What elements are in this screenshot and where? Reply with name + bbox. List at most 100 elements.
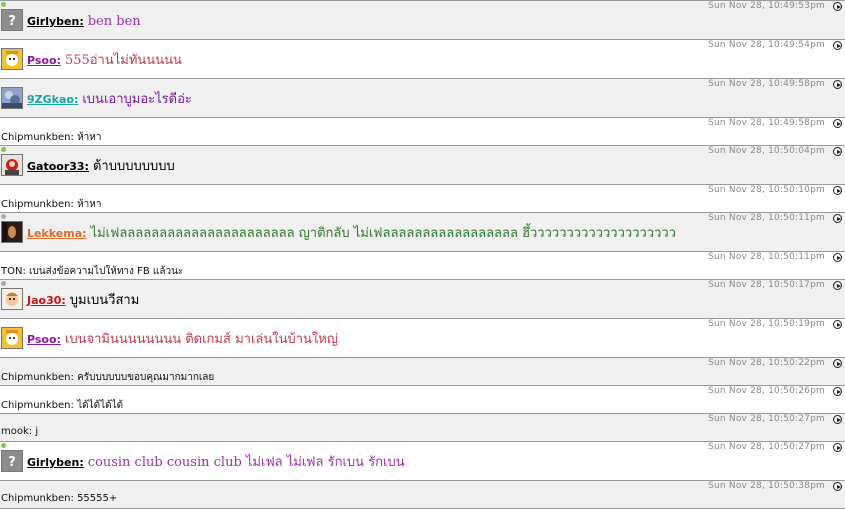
- chat-message: Sun Nov 28, 10:50:19pm Psoo: เบนจามินนนนนน…: [0, 319, 845, 358]
- play-icon[interactable]: [833, 214, 842, 223]
- message-line: Girlyben: cousin club cousin club ไม่เฟล …: [27, 451, 405, 472]
- message-line: Chipmunkben: ห้าหา: [1, 130, 101, 145]
- username-link[interactable]: Psoo:: [27, 333, 61, 346]
- dark-photo-avatar-icon[interactable]: [1, 221, 23, 243]
- offline-status-icon: [1, 214, 6, 219]
- message-timestamp: Sun Nov 28, 10:50:38pm: [708, 481, 825, 491]
- message-text: ครับบบบบบขอบคุณมากมากเลย: [77, 372, 215, 383]
- play-icon[interactable]: [833, 147, 842, 156]
- play-icon[interactable]: [833, 186, 842, 195]
- message-text: ได้ได้ได้ได้: [77, 400, 124, 411]
- message-line: TON: เบนส่งข้อความไปให้ทาง FB แล้วนะ: [1, 264, 183, 279]
- message-line: mook: j: [1, 426, 38, 437]
- message-text: ต้าบบบบบบบบ: [92, 159, 175, 174]
- message-timestamp: Sun Nov 28, 10:50:10pm: [708, 185, 825, 195]
- svg-text:?: ?: [8, 14, 16, 29]
- yellow-cartoon-avatar-icon[interactable]: [1, 327, 23, 349]
- play-icon[interactable]: [833, 359, 842, 368]
- play-icon[interactable]: [833, 119, 842, 128]
- username-link[interactable]: Psoo:: [27, 54, 61, 67]
- message-text: ห้าหา: [77, 132, 102, 143]
- message-text: ไม่เฟลลลลลลลลลลลลลลลลลลลลลล ญาติกลับ ไม่…: [90, 226, 676, 241]
- chat-message: Sun Nov 28, 10:50:27pm? Girlyben: cousin c…: [0, 442, 845, 481]
- message-timestamp: Sun Nov 28, 10:50:19pm: [708, 319, 825, 329]
- message-timestamp: Sun Nov 28, 10:50:27pm: [708, 442, 825, 452]
- message-text: 55555+: [77, 493, 118, 504]
- message-timestamp: Sun Nov 28, 10:50:26pm: [708, 386, 825, 396]
- chat-message: Sun Nov 28, 10:50:27pm mook: j: [0, 414, 845, 442]
- username-label: Chipmunkben:: [1, 400, 74, 411]
- message-timestamp: Sun Nov 28, 10:49:58pm: [708, 118, 825, 128]
- message-line: 9ZGkao: เบนเอาบูมอะไรดีอ่ะ: [27, 88, 192, 109]
- chat-message: Sun Nov 28, 10:50:17pm Jao30: บูมเบนวีสาม: [0, 280, 845, 319]
- message-line: Psoo: เบนจามินนนนนนนน ติดเกมส์ มาเล่นในบ้…: [27, 328, 338, 349]
- message-line: Lekkema: ไม่เฟลลลลลลลลลลลลลลลลลลลลลล ญาติ…: [27, 222, 676, 243]
- message-timestamp: Sun Nov 28, 10:49:53pm: [708, 1, 825, 11]
- play-icon[interactable]: [833, 253, 842, 262]
- chat-message: Sun Nov 28, 10:50:22pm Chipmunkben: ครับบ…: [0, 358, 845, 386]
- chat-message: Sun Nov 28, 10:50:10pm Chipmunkben: ห้าหา: [0, 185, 845, 213]
- question-mark-avatar-icon[interactable]: ?: [1, 9, 23, 31]
- username-label: Chipmunkben:: [1, 199, 74, 210]
- message-text: เบนเอาบูมอะไรดีอ่ะ: [82, 92, 192, 107]
- message-timestamp: Sun Nov 28, 10:50:11pm: [708, 213, 825, 223]
- chat-message: Sun Nov 28, 10:50:11pm TON: เบนส่งข้อความ…: [0, 252, 845, 280]
- chat-message: Sun Nov 28, 10:50:04pm Gatoor33: ต้าบบบบบบ…: [0, 146, 845, 185]
- message-timestamp: Sun Nov 28, 10:50:04pm: [708, 146, 825, 156]
- message-text: cousin club cousin club ไม่เฟล ไม่เฟล รั…: [87, 455, 405, 470]
- play-icon[interactable]: [833, 80, 842, 89]
- question-mark-avatar-icon[interactable]: ?: [1, 450, 23, 472]
- message-timestamp: Sun Nov 28, 10:50:27pm: [708, 414, 825, 424]
- message-line: Girlyben: ben ben: [27, 10, 141, 29]
- message-line: Chipmunkben: ครับบบบบบขอบคุณมากมากเลย: [1, 370, 214, 385]
- play-icon[interactable]: [833, 281, 842, 290]
- play-icon[interactable]: [833, 320, 842, 329]
- play-icon[interactable]: [833, 415, 842, 424]
- message-line: Chipmunkben: ห้าหา: [1, 197, 101, 212]
- message-text: เบนส่งข้อความไปให้ทาง FB แล้วนะ: [29, 266, 184, 277]
- yellow-cartoon-avatar-icon[interactable]: [1, 48, 23, 70]
- online-status-icon: [1, 2, 6, 7]
- chat-message: Sun Nov 28, 10:50:38pm Chipmunkben: 55555…: [0, 481, 845, 509]
- message-text: ห้าหา: [77, 199, 102, 210]
- message-timestamp: Sun Nov 28, 10:50:22pm: [708, 358, 825, 368]
- svg-text:?: ?: [8, 455, 16, 470]
- cartoon-face-avatar-icon[interactable]: [1, 288, 23, 310]
- message-line: Gatoor33: ต้าบบบบบบบบ: [27, 155, 175, 176]
- message-line: Jao30: บูมเบนวีสาม: [27, 289, 139, 310]
- username-link[interactable]: 9ZGkao:: [27, 93, 78, 106]
- username-label: Chipmunkben:: [1, 493, 74, 504]
- username-link[interactable]: Girlyben:: [27, 15, 84, 28]
- chat-message: Sun Nov 28, 10:50:11pm Lekkema: ไม่เฟลลลลล…: [0, 213, 845, 252]
- message-line: Psoo: 555อ่านไม่ทันนนนน: [27, 49, 182, 70]
- online-status-icon: [1, 147, 6, 152]
- username-link[interactable]: Lekkema:: [27, 227, 87, 240]
- blue-photo-avatar-icon[interactable]: [1, 87, 23, 109]
- message-text: 555อ่านไม่ทันนนนน: [64, 53, 182, 68]
- chat-message: Sun Nov 28, 10:49:54pm Psoo: 555อ่านไม่ทัน…: [0, 40, 845, 79]
- play-icon[interactable]: [833, 482, 842, 491]
- play-icon[interactable]: [833, 443, 842, 452]
- username-link[interactable]: Gatoor33:: [27, 160, 89, 173]
- username-link[interactable]: Jao30:: [27, 294, 66, 307]
- message-timestamp: Sun Nov 28, 10:49:54pm: [708, 40, 825, 50]
- username-label: Chipmunkben:: [1, 372, 74, 383]
- username-label: Chipmunkben:: [1, 132, 74, 143]
- message-text: บูมเบนวีสาม: [69, 293, 140, 308]
- online-status-icon: [1, 443, 6, 448]
- chat-message: Sun Nov 28, 10:49:58pm 9ZGkao: เบนเอาบูมอะ…: [0, 79, 845, 118]
- red-character-avatar-icon[interactable]: [1, 154, 23, 176]
- play-icon[interactable]: [833, 2, 842, 11]
- message-text: j: [35, 426, 39, 437]
- message-timestamp: Sun Nov 28, 10:50:11pm: [708, 252, 825, 262]
- chat-message: Sun Nov 28, 10:50:26pm Chipmunkben: ได้ได…: [0, 386, 845, 414]
- play-icon[interactable]: [833, 387, 842, 396]
- username-link[interactable]: Girlyben:: [27, 456, 84, 469]
- play-icon[interactable]: [833, 41, 842, 50]
- chat-log: Sun Nov 28, 10:49:53pm? Girlyben: ben ben S…: [0, 0, 845, 509]
- message-timestamp: Sun Nov 28, 10:50:17pm: [708, 280, 825, 290]
- username-label: TON:: [1, 266, 26, 277]
- message-text: ben ben: [87, 14, 141, 29]
- chat-message: Sun Nov 28, 10:49:58pm Chipmunkben: ห้าหา: [0, 118, 845, 146]
- message-line: Chipmunkben: ได้ได้ได้ได้: [1, 398, 123, 413]
